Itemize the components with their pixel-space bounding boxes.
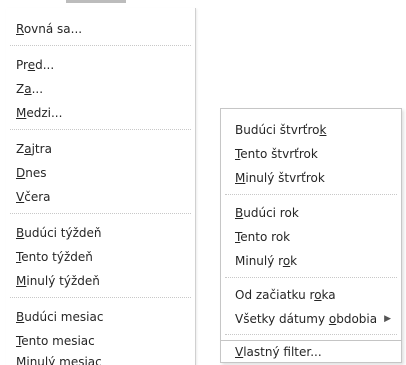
menu-item-this-week[interactable]: Tento týždeň <box>16 246 187 268</box>
menu-item-yesterday[interactable]: Včera <box>16 186 187 208</box>
menu-item-next-quarter[interactable]: Budúci štvrťrok <box>235 119 393 141</box>
menu-item-next-month[interactable]: Budúci mesiac <box>16 306 187 328</box>
menu-item-custom-filter[interactable]: Vlastný filter... <box>235 341 393 363</box>
menu-item-after[interactable]: Za... <box>16 78 187 100</box>
menu-separator <box>225 194 397 195</box>
menu-item-all-dates-in-period[interactable]: Všetky dátumy obdobia ▶ <box>235 308 393 330</box>
date-filter-menu: Rovná sa... Pred... Za... Medzi... Zajtr… <box>6 0 196 365</box>
menu-separator <box>10 129 191 130</box>
date-filter-menus: Rovná sa... Pred... Za... Medzi... Zajtr… <box>0 0 406 365</box>
menu-item-last-week[interactable]: Minulý týždeň <box>16 270 187 292</box>
menu-item-this-quarter[interactable]: Tento štvrťrok <box>235 143 393 165</box>
menu-separator <box>10 297 191 298</box>
date-filter-submenu: Budúci štvrťrok Tento štvrťrok Minulý št… <box>220 108 402 341</box>
menu-item-before[interactable]: Pred... <box>16 54 187 76</box>
menu-item-last-year[interactable]: Minulý rok <box>235 250 393 272</box>
menu-item-this-year[interactable]: Tento rok <box>235 226 393 248</box>
date-filter-submenu-footer: Vlastný filter... <box>220 341 402 363</box>
menu-item-next-week[interactable]: Budúci týždeň <box>16 222 187 244</box>
menu-separator <box>225 334 397 335</box>
menu-item-last-month[interactable]: Minulý mesiac <box>16 351 187 365</box>
menu-item-tomorrow[interactable]: Zajtra <box>16 138 187 160</box>
menu-separator <box>10 213 191 214</box>
menu-item-last-quarter[interactable]: Minulý štvrťrok <box>235 167 393 189</box>
menu-item-today[interactable]: Dnes <box>16 162 187 184</box>
menu-separator <box>225 277 397 278</box>
menu-item-between[interactable]: Medzi... <box>16 102 187 124</box>
menu-item-this-month[interactable]: Tento mesiac <box>16 330 187 352</box>
menu-separator <box>10 45 191 46</box>
submenu-arrow-icon: ▶ <box>384 314 391 324</box>
menu-item-next-year[interactable]: Budúci rok <box>235 202 393 224</box>
menu-item-year-to-date[interactable]: Od začiatku roka <box>235 284 393 306</box>
menu-item-equals[interactable]: Rovná sa... <box>16 18 187 40</box>
